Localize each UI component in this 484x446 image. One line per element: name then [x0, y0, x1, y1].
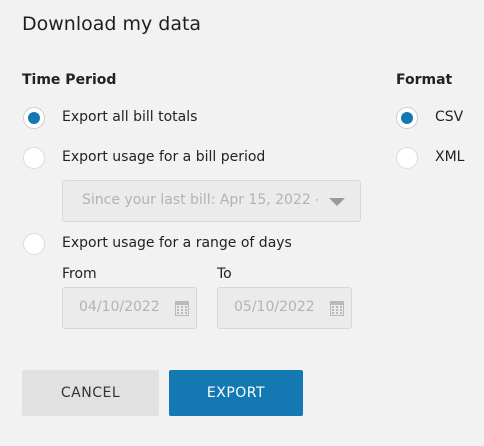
from-date-value: 04/10/2022: [79, 299, 160, 315]
bill-period-select[interactable]: Since your last bill: Apr 15, 2022 -: [62, 180, 361, 222]
radio-export-range-of-days[interactable]: [23, 233, 45, 255]
time-period-label: Time Period: [22, 72, 117, 88]
radio-format-csv[interactable]: [396, 107, 418, 129]
radio-label-format-xml[interactable]: XML: [435, 149, 464, 165]
radio-label-format-csv[interactable]: CSV: [435, 109, 463, 125]
radio-format-xml[interactable]: [396, 147, 418, 169]
from-date-input[interactable]: 04/10/2022: [62, 287, 197, 329]
chevron-down-icon: [329, 198, 345, 206]
to-label: To: [217, 266, 232, 282]
from-label: From: [62, 266, 97, 282]
radio-export-bill-period[interactable]: [23, 147, 45, 169]
format-label: Format: [396, 72, 453, 88]
export-button[interactable]: EXPORT: [169, 370, 303, 416]
calendar-icon[interactable]: [175, 300, 189, 316]
to-date-input[interactable]: 05/10/2022: [217, 287, 352, 329]
radio-export-all-bill-totals[interactable]: [23, 107, 45, 129]
radio-label-export-all-bill-totals[interactable]: Export all bill totals: [62, 109, 197, 125]
cancel-button[interactable]: CANCEL: [22, 370, 159, 416]
calendar-icon[interactable]: [330, 300, 344, 316]
radio-label-export-bill-period[interactable]: Export usage for a bill period: [62, 149, 265, 165]
bill-period-select-value: Since your last bill: Apr 15, 2022 -: [82, 192, 318, 208]
to-date-value: 05/10/2022: [234, 299, 315, 315]
dialog-title: Download my data: [22, 13, 202, 35]
radio-label-export-range-of-days[interactable]: Export usage for a range of days: [62, 235, 292, 251]
